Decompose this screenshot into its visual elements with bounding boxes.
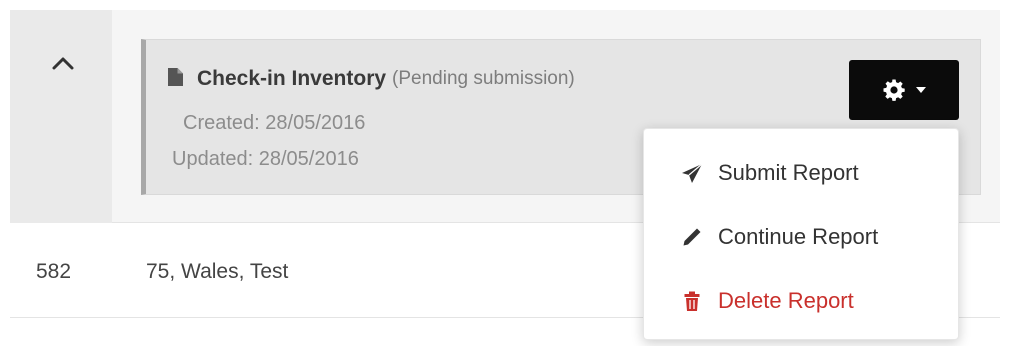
caret-down-icon bbox=[916, 87, 926, 93]
report-created-date: Created: 28/05/2016 bbox=[183, 112, 366, 134]
row-address: 75, Wales, Test bbox=[146, 260, 289, 283]
report-updated-date: Updated: 28/05/2016 bbox=[172, 148, 359, 170]
report-title: Check-in Inventory bbox=[197, 67, 387, 90]
report-actions-button[interactable] bbox=[849, 60, 959, 120]
delete-report-label: Delete Report bbox=[718, 288, 854, 313]
trash-icon bbox=[684, 291, 700, 311]
chevron-up-icon[interactable] bbox=[50, 54, 76, 72]
gear-icon bbox=[883, 79, 905, 101]
pencil-icon bbox=[683, 228, 701, 246]
submit-report-label: Submit Report bbox=[718, 160, 859, 185]
report-actions-dropdown: Submit Report Continue Report Delete Rep… bbox=[643, 128, 959, 340]
report-status: (Pending submission) bbox=[392, 68, 575, 89]
report-title-line: Check-in Inventory (Pending submission) bbox=[168, 67, 575, 91]
submit-report-menu-item[interactable]: Submit Report bbox=[644, 141, 958, 205]
row-id: 582 bbox=[36, 260, 72, 283]
delete-report-menu-item[interactable]: Delete Report bbox=[644, 269, 958, 333]
continue-report-label: Continue Report bbox=[718, 224, 879, 249]
collapse-toggle-cell[interactable] bbox=[10, 10, 112, 223]
continue-report-menu-item[interactable]: Continue Report bbox=[644, 205, 958, 269]
paper-plane-icon bbox=[682, 163, 703, 183]
document-icon bbox=[168, 68, 183, 86]
